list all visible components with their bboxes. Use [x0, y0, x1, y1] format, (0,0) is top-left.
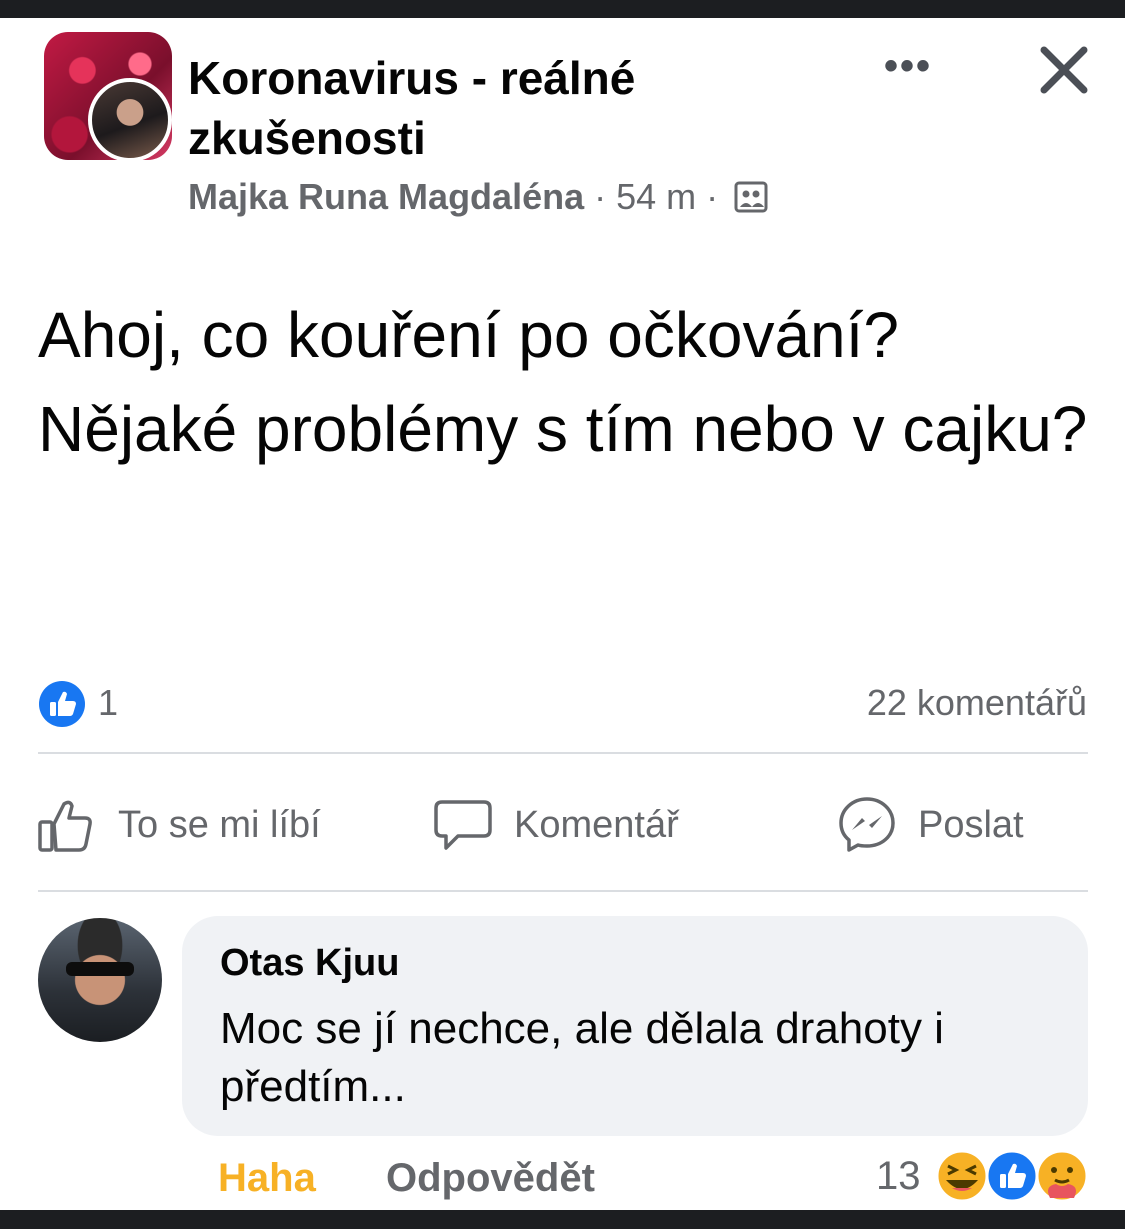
reaction-count[interactable]: 13 — [876, 1154, 921, 1199]
haha-button[interactable]: Haha — [218, 1156, 316, 1201]
comment-button-label: Komentář — [514, 803, 679, 846]
haha-icon — [935, 1149, 989, 1203]
commenter-name[interactable]: Otas Kjuu — [220, 942, 399, 985]
post-card: Koronavirus - reálné zkušenosti Majka Ru… — [0, 18, 1125, 1210]
sunglasses-detail — [66, 962, 134, 976]
messenger-icon — [839, 797, 895, 852]
meta-separator-2: · — [706, 176, 719, 217]
commenter-avatar[interactable] — [38, 918, 162, 1042]
meta-separator: · — [594, 176, 607, 217]
author-avatar[interactable] — [88, 78, 172, 162]
like-reaction-icon[interactable] — [38, 680, 86, 728]
close-icon[interactable] — [1036, 42, 1092, 98]
more-options-icon[interactable]: ••• — [884, 46, 948, 86]
comment-text: Moc se jí nechce, ale dělala drahoty i p… — [220, 1004, 944, 1111]
comment-icon — [434, 800, 492, 850]
care-icon — [1035, 1149, 1089, 1203]
group-name[interactable]: Koronavirus - reálné zkušenosti — [188, 48, 748, 168]
like-count[interactable]: 1 — [98, 682, 118, 724]
send-button-label: Poslat — [918, 803, 1024, 846]
like-icon — [985, 1149, 1039, 1203]
like-button-label: To se mi líbí — [118, 803, 321, 846]
post-time[interactable]: 54 m — [616, 176, 696, 218]
thumbs-up-icon — [38, 800, 92, 852]
divider — [38, 752, 1088, 754]
comment-button[interactable]: Komentář — [432, 790, 679, 860]
send-button[interactable]: Poslat — [836, 790, 1024, 860]
comment-count[interactable]: 22 komentářů — [867, 682, 1087, 724]
post-text: Ahoj, co kouření po očkování? Nějaké pro… — [38, 299, 1088, 465]
like-button[interactable]: To se mi líbí — [36, 790, 321, 860]
post-author[interactable]: Majka Runa Magdaléna — [188, 176, 584, 218]
post-meta: Majka Runa Magdaléna · 54 m · — [188, 176, 770, 218]
group-privacy-icon — [732, 178, 770, 216]
divider — [38, 890, 1088, 892]
reaction-icons[interactable] — [934, 1148, 1094, 1204]
reply-button[interactable]: Odpovědět — [386, 1156, 595, 1201]
